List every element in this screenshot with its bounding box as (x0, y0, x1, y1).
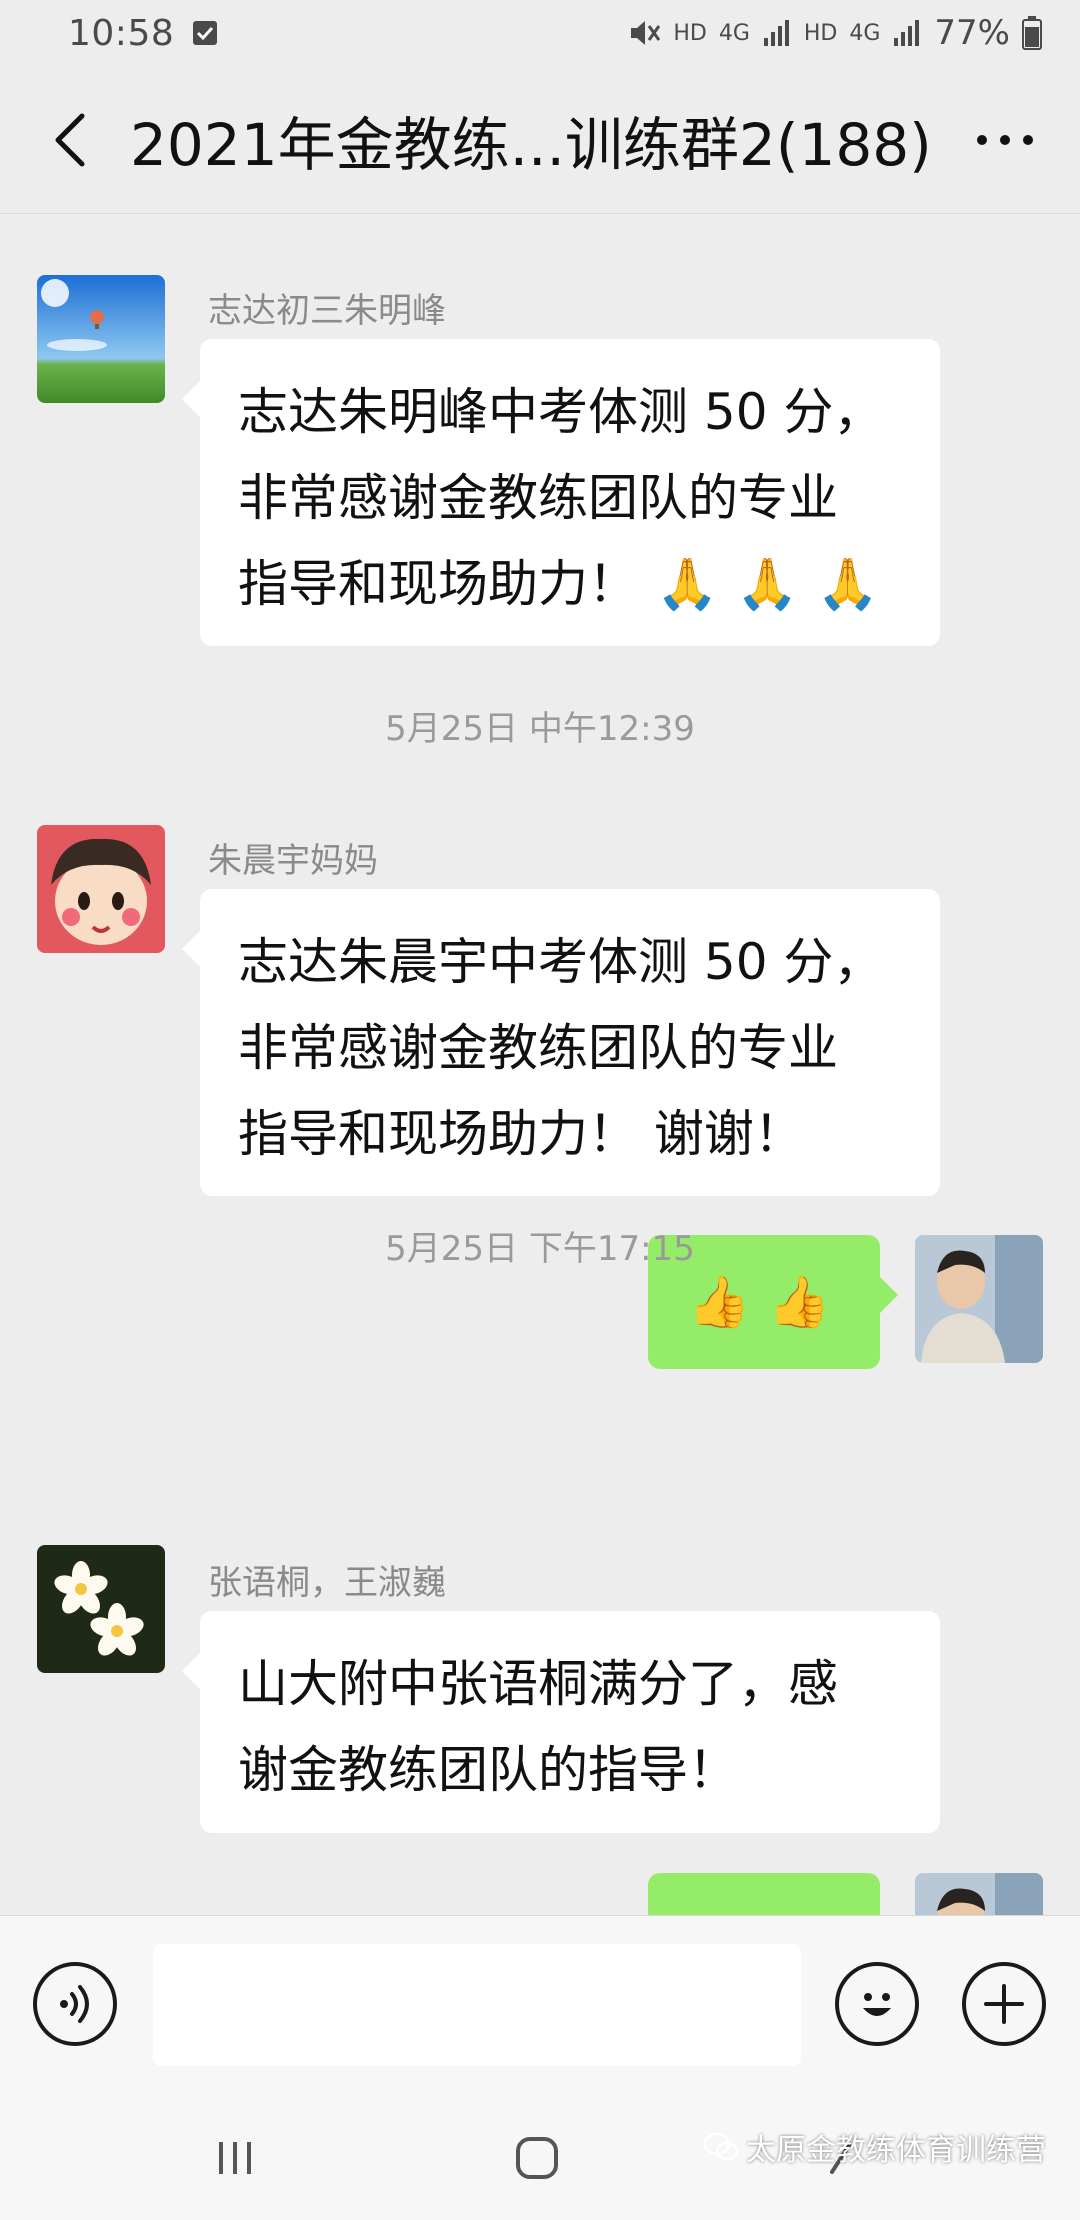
my-avatar[interactable] (915, 1873, 1043, 1915)
voice-button[interactable] (33, 1962, 117, 2046)
more-dots-icon (977, 134, 1033, 145)
outgoing-message-bubble[interactable] (648, 1873, 880, 1915)
time-separator: 5月25日 中午12:39 (385, 709, 695, 749)
signal-icon-2 (892, 18, 922, 48)
input-bar (0, 1915, 1080, 2095)
recent-apps-button[interactable] (185, 2125, 285, 2191)
network-label: 4G (718, 20, 750, 46)
home-button[interactable] (487, 2125, 587, 2191)
time-separator: 5月25日 下午17:15 (385, 1229, 695, 1269)
message-list[interactable]: 志达初三朱明峰 志达朱明峰中考体测 50 分， 非常感谢金教练团队的专业 指导和… (0, 215, 1080, 1915)
avatar-cartoon-girl-icon (37, 825, 165, 953)
sender-name: 朱晨宇妈妈 (208, 841, 378, 881)
avatar-man-photo-icon (915, 1873, 1043, 1915)
smiley-icon (863, 1993, 891, 2016)
avatar-sky-balloon-icon (37, 275, 165, 403)
recent-apps-icon (219, 2142, 251, 2174)
message-line: 指导和现场助力！ (238, 555, 638, 613)
message-line: 志达朱明峰中考体测 50 分， (238, 383, 884, 441)
home-icon (516, 2137, 558, 2179)
pray-emoji: 🙏 (816, 555, 879, 613)
system-nav-bar: 太原金教练体育训练营 (0, 2095, 1080, 2220)
back-button[interactable] (10, 80, 130, 200)
add-button[interactable] (962, 1962, 1046, 2046)
wechat-logo-icon (704, 2133, 738, 2161)
voice-icon (60, 1985, 89, 2023)
battery-percent: 77% (934, 13, 1010, 53)
sender-name: 张语桐，王淑巍 (208, 1563, 446, 1603)
emoji-button[interactable] (835, 1962, 919, 2046)
avatar[interactable] (37, 275, 165, 403)
sender-name: 志达初三朱明峰 (208, 291, 446, 331)
chat-title: 2021年金教练...训练群2(188) (130, 110, 932, 179)
hd-label-2: HD (803, 20, 838, 46)
message-line: 山大附中张语桐满分了，感 (238, 1655, 838, 1713)
message-line: 指导和现场助力！ 谢谢！ (238, 1105, 804, 1163)
message-line: 谢金教练团队的指导！ (238, 1741, 738, 1799)
chevron-left-icon (55, 113, 85, 166)
mute-icon (627, 16, 661, 50)
more-options-button[interactable] (950, 80, 1060, 200)
plus-icon (984, 1984, 1024, 2024)
message-bubble[interactable]: 山大附中张语桐满分了，感 谢金教练团队的指导！ (182, 1611, 940, 1833)
watermark: 太原金教练体育训练营 (704, 2125, 1046, 2169)
message-line: 志达朱晨宇中考体测 50 分， (238, 933, 884, 991)
notification-check-icon (192, 20, 218, 46)
message-bubble[interactable]: 志达朱明峰中考体测 50 分， 非常感谢金教练团队的专业 指导和现场助力！ 🙏 … (182, 339, 940, 646)
message-input[interactable] (153, 1944, 801, 2066)
message-bubble[interactable]: 志达朱晨宇中考体测 50 分， 非常感谢金教练团队的专业 指导和现场助力！ 谢谢… (182, 889, 940, 1196)
chat-header: 2021年金教练...训练群2(188) (0, 66, 1080, 214)
pray-emoji: 🙏 (656, 555, 719, 613)
network-label-2: 4G (849, 20, 881, 46)
battery-icon (1022, 16, 1042, 50)
thumbs-up-emoji: 👍 (768, 1273, 831, 1331)
avatar-flower-icon (37, 1545, 165, 1673)
avatar[interactable] (37, 1545, 165, 1673)
status-time: 10:58 (68, 12, 175, 54)
signal-icon (762, 18, 792, 48)
hd-label: HD (673, 20, 707, 46)
message-line: 非常感谢金教练团队的专业 (238, 1019, 838, 1077)
avatar[interactable] (37, 825, 165, 953)
status-bar: 10:58 HD 4G HD 4G 77% (0, 0, 1080, 66)
pray-emoji: 🙏 (736, 555, 799, 613)
thumbs-up-emoji: 👍 (688, 1273, 751, 1331)
